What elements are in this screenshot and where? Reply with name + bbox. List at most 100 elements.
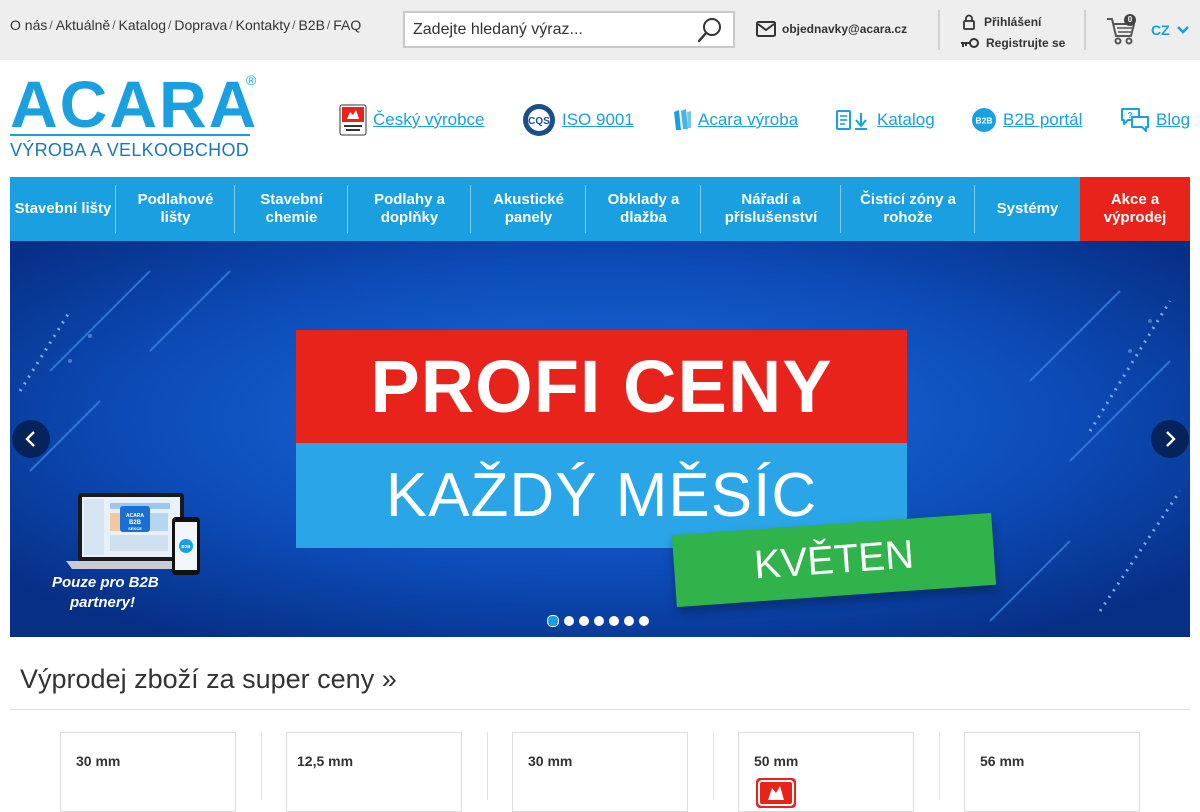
header-link-b2b[interactable]: B2B B2B portál [971,102,1082,138]
header-link-label: Blog [1156,110,1191,129]
account-links: Přihlášení Registrujte se [960,11,1065,53]
language-selector[interactable]: CZ [1151,22,1190,38]
nav-item-building-profiles[interactable]: Stavební lišty [10,177,116,241]
top-link-news[interactable]: Aktuálně [56,17,110,33]
search-button[interactable] [697,17,723,43]
nav-item-cleaning-zones[interactable]: Čisticí zóny a rohože [841,177,975,241]
key-icon [961,37,979,48]
header-link-label: Acara výroba [698,110,799,129]
czech-producer-badge-icon [756,778,796,808]
top-bar: O nás / Aktuálně / Katalog / Doprava / Konta… [0,0,1200,60]
card-divider [713,732,714,800]
section-divider [10,709,1190,710]
product-size: 56 mm [980,753,1025,769]
section-title-sale[interactable]: Výprodej zboží za super ceny » [20,664,397,695]
slider-dot-3[interactable] [579,616,589,626]
svg-text:CQS: CQS [528,116,550,127]
nav-item-tiles[interactable]: Obklady a dlažba [586,177,701,241]
svg-text:B2B: B2B [181,544,191,549]
product-card[interactable]: 12,5 mm [286,732,462,812]
slider-dot-7[interactable] [639,616,649,626]
slider-dot-6[interactable] [624,616,634,626]
nav-item-floors[interactable]: Podlahy a doplňky [348,177,471,241]
production-icon [672,108,692,132]
product-size: 12,5 mm [297,753,354,769]
lock-icon [963,14,975,30]
banner-b2b-note: Pouze pro B2B partnery! [52,573,159,613]
separator: / [112,18,116,32]
slider-prev-button[interactable] [12,420,50,458]
divider [938,10,940,50]
cqs-iso-icon: CQS [522,103,556,137]
slider-dot-5[interactable] [609,616,619,626]
header-link-label: Katalog [877,110,935,129]
nav-item-sale[interactable]: Akce a výprodej [1080,177,1190,241]
register-link[interactable]: Registrujte se [960,32,1065,53]
card-divider [261,732,262,800]
cart-count-badge: 0 [1124,14,1136,26]
catalog-download-icon [835,108,871,132]
header-link-czech-producer[interactable]: Český výrobce [339,102,484,138]
product-size: 50 mm [754,753,799,769]
product-card[interactable]: 30 mm [60,732,236,812]
header-link-production[interactable]: Acara výroba [672,102,798,138]
header-link-label: Český výrobce [373,110,485,129]
top-link-shipping[interactable]: Doprava [174,17,227,33]
slider-next-button[interactable] [1151,420,1189,458]
header-link-blog[interactable]: ? Blog [1120,102,1190,138]
top-link-about[interactable]: O nás [10,17,47,33]
header-link-label: ISO 9001 [562,110,634,129]
envelope-icon [756,21,776,37]
nav-item-tools[interactable]: Nářadí a příslušenství [701,177,841,241]
nav-item-floor-profiles[interactable]: Podlahové lišty [116,177,235,241]
search-input[interactable] [413,19,683,41]
nav-item-systems[interactable]: Systémy [975,177,1080,241]
top-link-faq[interactable]: FAQ [333,17,361,33]
header-link-iso[interactable]: CQS ISO 9001 [522,102,634,138]
product-card[interactable]: 56 mm [964,732,1140,812]
top-link-b2b[interactable]: B2B [298,17,324,33]
email-link[interactable]: objednavky@acara.cz [756,21,907,37]
header-link-label: B2B portál [1003,110,1083,129]
separator: / [49,18,53,32]
top-link-contacts[interactable]: Kontakty [236,17,290,33]
logo-registered-mark: ® [246,72,257,88]
product-card[interactable]: 30 mm [512,732,688,812]
separator: / [326,18,331,32]
login-link[interactable]: Přihlášení [960,11,1065,32]
product-size: 30 mm [76,753,121,769]
language-label: CZ [1151,22,1170,38]
czech-producer-badge-icon [339,104,367,136]
svg-text:B2B: B2B [975,116,992,126]
banner-b2b-note-line1: Pouze pro B2B [52,574,159,591]
main-navigation: Stavební lišty Podlahové lišty Stavební … [10,177,1190,241]
search-icon [697,18,721,43]
slider-dot-1[interactable] [547,615,559,627]
header-link-catalog[interactable]: Katalog [835,102,935,138]
slider-dots [547,615,654,627]
blog-chat-icon: ? [1120,107,1150,133]
product-card[interactable]: 50 mm [738,732,914,812]
logo-tagline: VÝROBA A VELKOOBCHOD [10,140,250,160]
separator: / [229,18,233,32]
chevron-right-icon [1166,431,1176,447]
slider-dot-4[interactable] [594,616,604,626]
laptop-screen-label: ACARA [126,513,144,519]
product-size: 30 mm [528,753,573,769]
nav-item-building-chemistry[interactable]: Stavební chemie [235,177,348,241]
login-label: Přihlášení [984,14,1042,29]
hero-banner[interactable]: ACARA B2B SEKCE B2B PROFI CENY KAŽDÝ MĚS… [10,241,1190,637]
slider-dot-2[interactable] [564,616,574,626]
email-address: objednavky@acara.cz [782,22,908,36]
laptop-illustration: ACARA B2B SEKCE B2B [66,493,200,575]
register-label: Registrujte se [986,35,1066,50]
chevron-down-icon [1176,26,1189,34]
separator: / [168,18,172,32]
banner-headline: PROFI CENY [296,330,907,443]
b2b-icon: B2B [971,107,997,133]
card-divider [487,732,488,800]
top-links: O nás / Aktuálně / Katalog / Doprava / Konta… [10,17,361,33]
cart-button[interactable]: 0 [1105,14,1137,46]
top-link-catalog[interactable]: Katalog [119,17,166,33]
nav-item-acoustic-panels[interactable]: Akustické panely [471,177,586,241]
